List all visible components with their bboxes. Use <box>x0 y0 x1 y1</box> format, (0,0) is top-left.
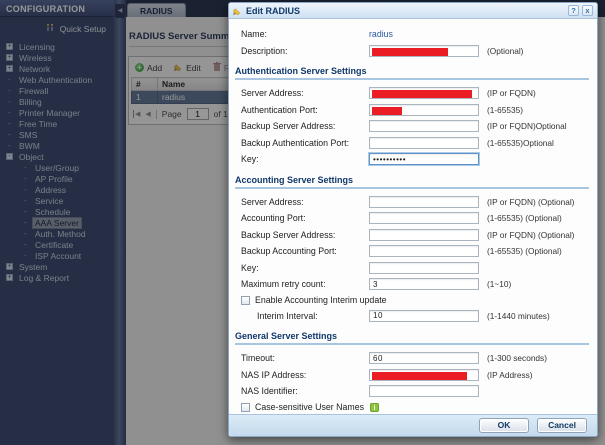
field-hint: (1-65535) <box>487 105 523 115</box>
dialog-body: Name:radiusDescription:(Optional)Authent… <box>229 20 597 413</box>
text-input[interactable] <box>369 137 479 149</box>
checkbox-row: Enable Accounting Interim update <box>241 293 589 308</box>
text-input[interactable] <box>369 385 479 397</box>
field-label: Server Address: <box>241 197 369 207</box>
text-input[interactable] <box>369 245 479 257</box>
field-label: Backup Server Address: <box>241 121 369 131</box>
field-label: Backup Accounting Port: <box>241 246 369 256</box>
field-label: Authentication Port: <box>241 105 369 115</box>
field-label: Key: <box>241 263 369 273</box>
checkbox-row: Case-sensitive User Names i <box>241 400 589 414</box>
checkbox-label: Enable Accounting Interim update <box>255 295 387 305</box>
section-heading: Accounting Server Settings <box>235 175 589 189</box>
field-label: Key: <box>241 154 369 164</box>
field-label: NAS Identifier: <box>241 386 369 396</box>
field-hint: (IP or FQDN) (Optional) <box>487 197 574 207</box>
form-row: Server Address: (IP or FQDN) <box>241 85 589 102</box>
text-input[interactable] <box>369 369 479 381</box>
section-heading: Authentication Server Settings <box>235 66 589 80</box>
form-row: Interim Interval:10 (1-1440 minutes) <box>241 308 589 325</box>
info-icon[interactable]: i <box>370 403 379 412</box>
text-input[interactable] <box>369 87 479 99</box>
field-label: Description: <box>241 46 369 56</box>
field-hint: (Optional) <box>487 46 523 56</box>
edit-radius-dialog: Edit RADIUS ? x Name:radiusDescription:(… <box>228 2 598 437</box>
form-row: Key: <box>241 260 589 277</box>
field-hint: (1-65535)Optional <box>487 138 554 148</box>
dialog-footer: OK Cancel <box>229 414 597 436</box>
text-input[interactable]: 60 <box>369 352 479 364</box>
field-label: Timeout: <box>241 353 369 363</box>
field-label: Name: <box>241 29 369 39</box>
field-hint: (1~10) <box>487 279 511 289</box>
section-heading: General Server Settings <box>235 331 589 345</box>
dialog-title: Edit RADIUS <box>246 6 565 16</box>
field-label: Interim Interval: <box>241 311 369 321</box>
field-label: Backup Server Address: <box>241 230 369 240</box>
field-label: Accounting Port: <box>241 213 369 223</box>
ok-button[interactable]: OK <box>479 418 529 433</box>
checkbox[interactable] <box>241 403 250 412</box>
text-input[interactable] <box>369 120 479 132</box>
field-label: Server Address: <box>241 88 369 98</box>
form-row: Authentication Port: (1-65535) <box>241 102 589 119</box>
text-input[interactable] <box>369 45 479 57</box>
form-row: Accounting Port: (1-65535) (Optional) <box>241 210 589 227</box>
form-row: Backup Server Address: (IP or FQDN)Option… <box>241 118 589 135</box>
text-input[interactable] <box>369 229 479 241</box>
text-input[interactable]: 10 <box>369 310 479 322</box>
field-hint: (IP or FQDN)Optional <box>487 121 567 131</box>
form-row: NAS Identifier: <box>241 383 589 400</box>
close-icon[interactable]: x <box>582 5 593 16</box>
form-row: Backup Authentication Port: (1-65535)Opti… <box>241 135 589 152</box>
field-hint: (IP Address) <box>487 370 533 380</box>
field-label: NAS IP Address: <box>241 370 369 380</box>
field-hint: (IP or FQDN) (Optional) <box>487 230 574 240</box>
app-window: CONFIGURATION Quick Setup +Licensing+Wir… <box>0 0 605 445</box>
checkbox[interactable] <box>241 296 250 305</box>
form-row: NAS IP Address: (IP Address) <box>241 367 589 384</box>
text-input[interactable] <box>369 196 479 208</box>
field-label: Backup Authentication Port: <box>241 138 369 148</box>
field-hint: (IP or FQDN) <box>487 88 536 98</box>
redaction-box <box>372 372 467 380</box>
text-input[interactable] <box>369 104 479 116</box>
text-input[interactable]: 3 <box>369 278 479 290</box>
form-row: Timeout:60 (1-300 seconds) <box>241 350 589 367</box>
redaction-box <box>372 48 448 56</box>
text-input[interactable]: •••••••••• <box>369 153 479 165</box>
field-hint: (1-65535) (Optional) <box>487 213 562 223</box>
redaction-box <box>372 90 472 98</box>
form-row: Backup Server Address: (IP or FQDN) (Opti… <box>241 227 589 244</box>
checkbox-label: Case-sensitive User Names <box>255 402 364 412</box>
text-input[interactable] <box>369 262 479 274</box>
readonly-value: radius <box>369 29 481 39</box>
form-row: Key:•••••••••• <box>241 151 589 168</box>
dialog-title-bar[interactable]: Edit RADIUS ? x <box>229 3 597 19</box>
form-row: Description: (Optional) <box>241 43 589 60</box>
text-input[interactable] <box>369 212 479 224</box>
form-row: Server Address: (IP or FQDN) (Optional) <box>241 194 589 211</box>
field-label: Maximum retry count: <box>241 279 369 289</box>
field-hint: (1-300 seconds) <box>487 353 547 363</box>
form-row: Backup Accounting Port: (1-65535) (Option… <box>241 243 589 260</box>
cancel-button[interactable]: Cancel <box>537 418 587 433</box>
field-hint: (1-1440 minutes) <box>487 311 550 321</box>
field-hint: (1-65535) (Optional) <box>487 246 562 256</box>
edit-pencil-icon <box>233 2 242 20</box>
help-button[interactable]: ? <box>568 5 579 16</box>
redaction-box <box>372 107 402 115</box>
form-row: Name:radius <box>241 26 589 43</box>
form-row: Maximum retry count:3 (1~10) <box>241 276 589 293</box>
